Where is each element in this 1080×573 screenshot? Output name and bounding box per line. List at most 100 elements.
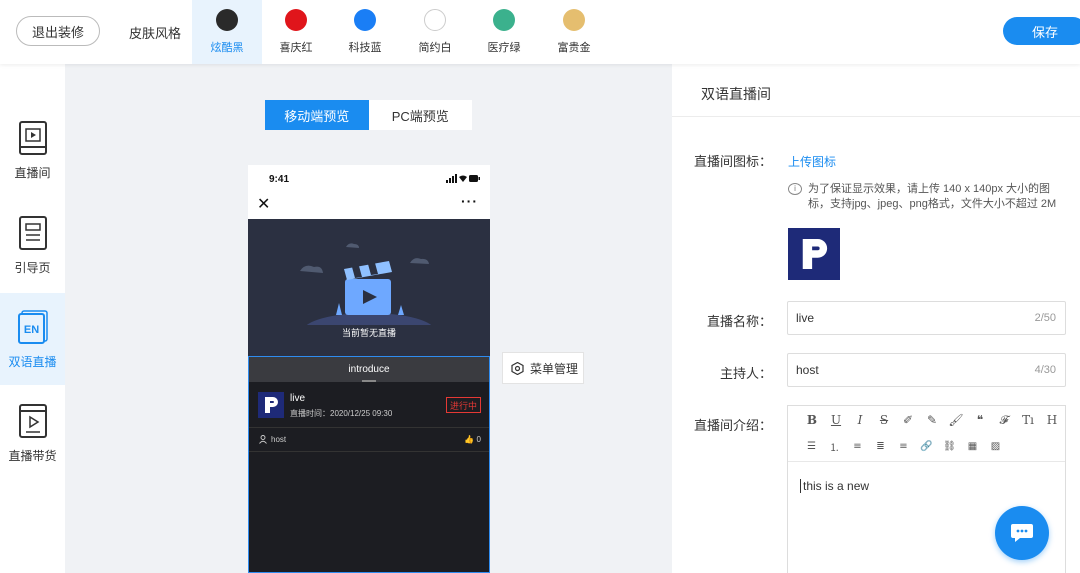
unlink-button[interactable]: ⛓ — [938, 437, 961, 455]
live-logo-icon — [258, 392, 284, 418]
intro-label: 直播间介绍： — [693, 418, 772, 433]
skin-option-simple-white[interactable]: 简约白 — [400, 0, 470, 64]
editor-toolbar: B U I S ✐ ✎ 🖌 ❝ 𝓕 Tı H ☰ ⒈ ≡ ≣ ≡ 🔗 ⛓ ▦ ▨ — [788, 406, 1065, 462]
live-item[interactable]: live 直播时间：2020/12/25 09:30 进行中 — [249, 382, 489, 428]
text-size-button[interactable]: Tı — [1016, 411, 1040, 429]
host-value: host — [796, 363, 819, 377]
phone-status-bar: 9:41 — [248, 165, 490, 193]
skin-option-tech-blue[interactable]: 科技蓝 — [330, 0, 400, 64]
live-name-input[interactable]: live 2/50 — [787, 301, 1066, 335]
menu-manage-button[interactable]: 菜单管理 — [502, 352, 584, 384]
sidebar-item-bilingual-live[interactable]: EN 双语直播 — [0, 293, 65, 385]
quote-button[interactable]: ❝ — [968, 411, 992, 429]
color-dot — [216, 9, 238, 31]
icon-field-label: 直播间图标： — [693, 154, 772, 169]
skin-option-label: 简约白 — [418, 42, 452, 54]
skin-option-medical-green[interactable]: 医疗绿 — [469, 0, 539, 64]
brush-button[interactable]: 🖌 — [944, 411, 968, 429]
skin-option-label: 喜庆红 — [279, 42, 313, 54]
intro-section[interactable]: introduce live 直播时间：2020/12/25 09:30 进行中… — [248, 356, 490, 573]
char-count: 2/50 — [1034, 312, 1056, 324]
live-time: 直播时间：2020/12/25 09:30 — [290, 409, 393, 418]
color-dot — [563, 9, 585, 31]
upload-hint-text: 为了保证显示效果，请上传 140 x 140px 大小的图标，支持jpg、jpe… — [808, 183, 1057, 210]
en-language-icon: EN — [17, 310, 48, 344]
save-button[interactable]: 保存 — [1003, 17, 1080, 45]
skin-option-label: 富贵金 — [557, 42, 591, 54]
like-count-value: 0 — [476, 435, 481, 444]
align-center-button[interactable]: ≣ — [869, 437, 892, 455]
mobile-preview-frame: 9:41 ✕ ··· 当前暂无直播 introduce live 直播时间：20… — [248, 165, 490, 573]
tab-mobile-preview[interactable]: 移动端预览 — [265, 100, 369, 130]
svg-text:EN: EN — [23, 324, 38, 336]
skin-option-label: 医疗绿 — [487, 42, 521, 54]
top-bar: 退出装修 皮肤风格 炫酷黑 喜庆红 科技蓝 简约白 医疗绿 富贵金 保存 — [0, 0, 1080, 64]
char-count: 4/30 — [1034, 364, 1056, 376]
color-dot — [493, 9, 515, 31]
eraser-button[interactable]: ✐ — [896, 411, 920, 429]
skin-option-festive-red[interactable]: 喜庆红 — [261, 0, 331, 64]
image-button[interactable]: ▨ — [984, 437, 1007, 455]
document-icon — [18, 216, 47, 250]
bold-button[interactable]: B — [800, 411, 824, 429]
sidebar-item-live-room[interactable]: 直播间 — [0, 104, 65, 198]
host-name: host — [271, 435, 287, 444]
underline-button[interactable]: U — [824, 411, 848, 429]
skin-style-label: 皮肤风格 — [129, 26, 182, 41]
host-label: 主持人： — [719, 366, 772, 381]
skin-option-rich-gold[interactable]: 富贵金 — [539, 0, 609, 64]
like-count[interactable]: 👍 0 — [464, 435, 481, 444]
signal-wifi-battery-icon — [446, 174, 480, 183]
heading-button[interactable]: H — [1040, 411, 1064, 429]
table-button[interactable]: ▦ — [961, 437, 984, 455]
sidebar-item-label: 双语直播 — [8, 355, 57, 369]
tab-pc-preview[interactable]: PC端预览 — [368, 100, 472, 130]
upload-icon-link[interactable]: 上传图标 — [788, 153, 836, 170]
pen-button[interactable]: ✎ — [920, 411, 944, 429]
left-sidebar: 直播间 引导页 EN 双语直播 直播带货 — [0, 64, 65, 573]
chat-support-button[interactable] — [995, 506, 1049, 560]
live-status-badge: 进行中 — [446, 397, 481, 413]
ordered-list-button[interactable]: ⒈ — [823, 437, 846, 455]
live-name-value: live — [796, 311, 815, 325]
skin-option-label: 科技蓝 — [348, 42, 382, 54]
skin-option-label: 炫酷黑 — [210, 42, 244, 54]
host-input[interactable]: host 4/30 — [787, 353, 1066, 387]
tab-introduce[interactable]: introduce — [249, 357, 489, 382]
live-player-area: 当前暂无直播 — [248, 219, 490, 356]
no-live-text: 当前暂无直播 — [341, 328, 396, 338]
preview-tabs: 移动端预览 PC端预览 — [265, 100, 472, 130]
menu-manage-label: 菜单管理 — [530, 361, 579, 376]
chat-bubble-icon — [1011, 524, 1033, 542]
thumbs-up-icon: 👍 — [464, 435, 475, 444]
upload-hint: i 为了保证显示效果，请上传 140 x 140px 大小的图标，支持jpg、j… — [788, 182, 1070, 212]
info-icon: i — [788, 183, 802, 195]
font-button[interactable]: 𝓕 — [992, 411, 1016, 429]
align-right-button[interactable]: ≡ — [892, 437, 915, 455]
host-row: host 👍 0 — [249, 428, 489, 452]
brand-logo-icon — [802, 239, 828, 269]
color-dot — [285, 9, 307, 31]
gear-icon — [511, 361, 524, 375]
shopping-play-icon — [18, 404, 47, 438]
user-icon — [259, 435, 267, 444]
strikethrough-button[interactable]: S — [872, 411, 896, 429]
divider — [672, 116, 1080, 117]
bullet-list-button[interactable]: ☰ — [800, 437, 823, 455]
sidebar-item-live-commerce[interactable]: 直播带货 — [0, 387, 65, 481]
color-dot — [354, 9, 376, 31]
live-name-label: 直播名称： — [706, 314, 772, 329]
toolbar-row-2: ☰ ⒈ ≡ ≣ ≡ 🔗 ⛓ ▦ ▨ — [800, 437, 1007, 455]
editor-content[interactable]: this is a new — [800, 479, 869, 493]
exit-decoration-button[interactable]: 退出装修 — [16, 16, 100, 46]
align-left-button[interactable]: ≡ — [846, 437, 869, 455]
status-time: 9:41 — [269, 174, 290, 185]
video-play-icon — [18, 121, 47, 155]
skin-option-cool-black[interactable]: 炫酷黑 — [192, 0, 262, 64]
sidebar-item-label: 直播间 — [14, 166, 51, 180]
link-button[interactable]: 🔗 — [915, 437, 938, 455]
sidebar-item-guide-page[interactable]: 引导页 — [0, 199, 65, 293]
toolbar-row-1: B U I S ✐ ✎ 🖌 ❝ 𝓕 Tı H — [800, 411, 1064, 429]
italic-button[interactable]: I — [848, 411, 872, 429]
live-title: live — [290, 393, 306, 404]
